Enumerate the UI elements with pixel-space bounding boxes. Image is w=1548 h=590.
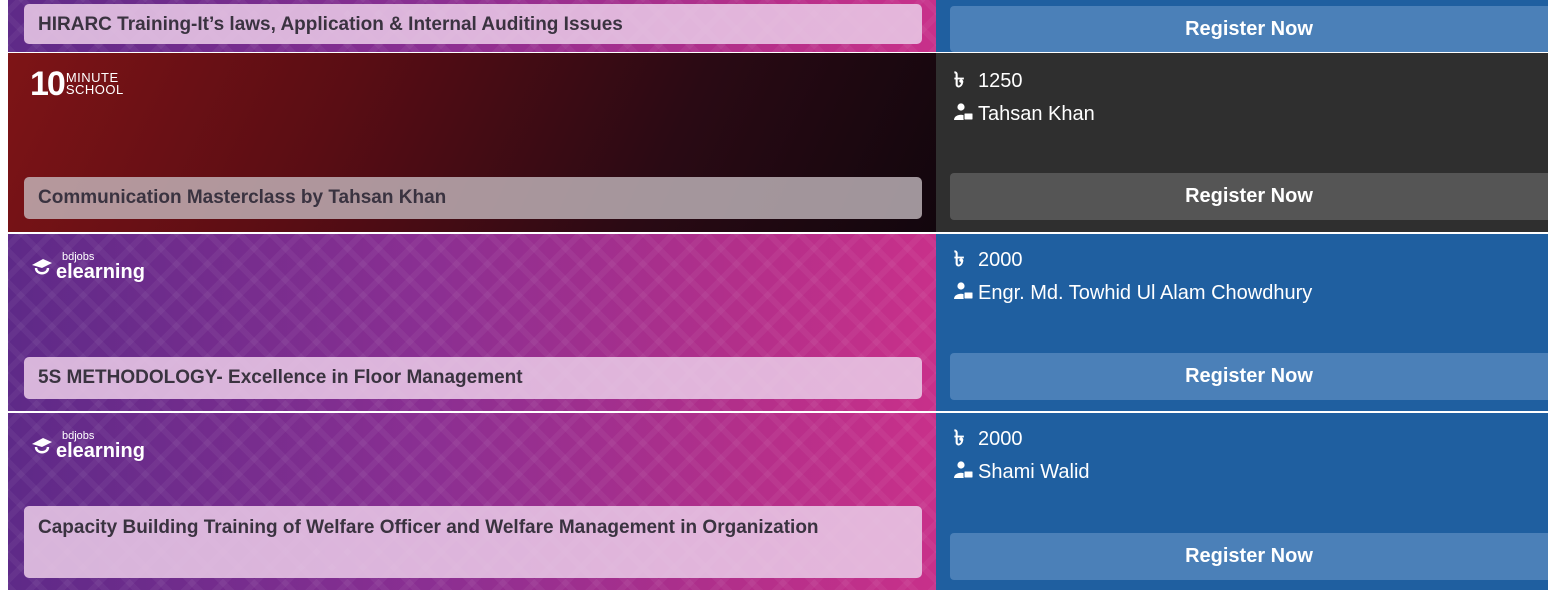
taka-icon: ৳	[954, 248, 965, 271]
trainer-row: Tahsan Khan	[954, 98, 1095, 131]
register-now-button[interactable]: Register Now	[950, 6, 1548, 52]
logo-big-text: elearning	[56, 261, 145, 283]
course-info: ৳ 2000 Engr. Md. Towhid Ul Alam Chowdhur…	[954, 244, 1312, 310]
taka-icon: ৳	[954, 69, 965, 92]
course-card: 10 MINUTE SCHOOL Communication Mastercla…	[8, 53, 1548, 232]
trainer-icon	[954, 102, 978, 128]
course-details-panel: ৳ 2000 Engr. Md. Towhid Ul Alam Chowdhur…	[936, 234, 1548, 411]
taka-icon: ৳	[954, 427, 965, 450]
logo-wordmark: bdjobs elearning	[56, 431, 145, 462]
course-list: HIRARC Training-It’s laws, Application &…	[0, 0, 1548, 590]
price-row: ৳ 2000	[954, 244, 1312, 277]
course-title-text: Capacity Building Training of Welfare Of…	[38, 517, 819, 538]
ten-minute-school-logo: 10 MINUTE SCHOOL	[30, 65, 124, 103]
course-details-panel: ৳ 1250 Tahsan Khan Register Now	[936, 53, 1548, 232]
graduation-cap-icon	[32, 259, 52, 275]
trainer-name: Engr. Md. Towhid Ul Alam Chowdhury	[978, 282, 1313, 304]
trainer-icon	[954, 281, 978, 307]
course-banner[interactable]: HIRARC Training-It’s laws, Application &…	[8, 0, 936, 52]
course-banner[interactable]: bdjobs elearning 5S METHODOLOGY- Excelle…	[8, 234, 936, 411]
course-title-text: Communication Masterclass by Tahsan Khan	[38, 187, 447, 208]
course-info: ৳ 1250 Tahsan Khan	[954, 65, 1095, 131]
course-card: bdjobs elearning Capacity Building Train…	[8, 413, 1548, 590]
graduation-cap-icon	[32, 438, 52, 454]
course-title[interactable]: 5S METHODOLOGY- Excellence in Floor Mana…	[24, 357, 922, 399]
course-banner[interactable]: 10 MINUTE SCHOOL Communication Mastercla…	[8, 53, 936, 232]
course-title[interactable]: Communication Masterclass by Tahsan Khan	[24, 177, 922, 219]
register-now-button[interactable]: Register Now	[950, 353, 1548, 400]
price-row: ৳ 2000	[954, 423, 1090, 456]
course-title-text: 5S METHODOLOGY- Excellence in Floor Mana…	[38, 367, 523, 388]
bdjobs-elearning-logo: bdjobs elearning	[30, 431, 145, 461]
course-info: ৳ 2000 Shami Walid	[954, 423, 1090, 489]
logo-number: 10	[30, 65, 66, 103]
course-card: bdjobs elearning 5S METHODOLOGY- Excelle…	[8, 234, 1548, 411]
course-details-panel: Register Now	[936, 0, 1548, 52]
logo-wordmark: bdjobs elearning	[56, 252, 145, 283]
course-title-text: HIRARC Training-It’s laws, Application &…	[38, 14, 623, 35]
price-row: ৳ 1250	[954, 65, 1095, 98]
course-title[interactable]: Capacity Building Training of Welfare Of…	[24, 506, 922, 578]
course-price: 1250	[978, 70, 1023, 92]
trainer-icon	[954, 460, 978, 486]
bdjobs-elearning-logo: bdjobs elearning	[30, 252, 145, 282]
register-now-button[interactable]: Register Now	[950, 173, 1548, 220]
course-price: 2000	[978, 249, 1023, 271]
course-card: HIRARC Training-It’s laws, Application &…	[8, 0, 1548, 52]
logo-wordmark: MINUTE SCHOOL	[65, 71, 124, 97]
logo-big-text: elearning	[56, 440, 145, 462]
trainer-row: Engr. Md. Towhid Ul Alam Chowdhury	[954, 277, 1312, 310]
logo-line-school: SCHOOL	[65, 82, 124, 97]
trainer-name: Tahsan Khan	[978, 103, 1095, 125]
course-title[interactable]: HIRARC Training-It’s laws, Application &…	[24, 4, 922, 44]
course-banner[interactable]: bdjobs elearning Capacity Building Train…	[8, 413, 936, 590]
trainer-row: Shami Walid	[954, 456, 1090, 489]
course-price: 2000	[978, 428, 1023, 450]
register-now-button[interactable]: Register Now	[950, 533, 1548, 580]
trainer-name: Shami Walid	[978, 461, 1090, 483]
course-details-panel: ৳ 2000 Shami Walid Register Now	[936, 413, 1548, 590]
